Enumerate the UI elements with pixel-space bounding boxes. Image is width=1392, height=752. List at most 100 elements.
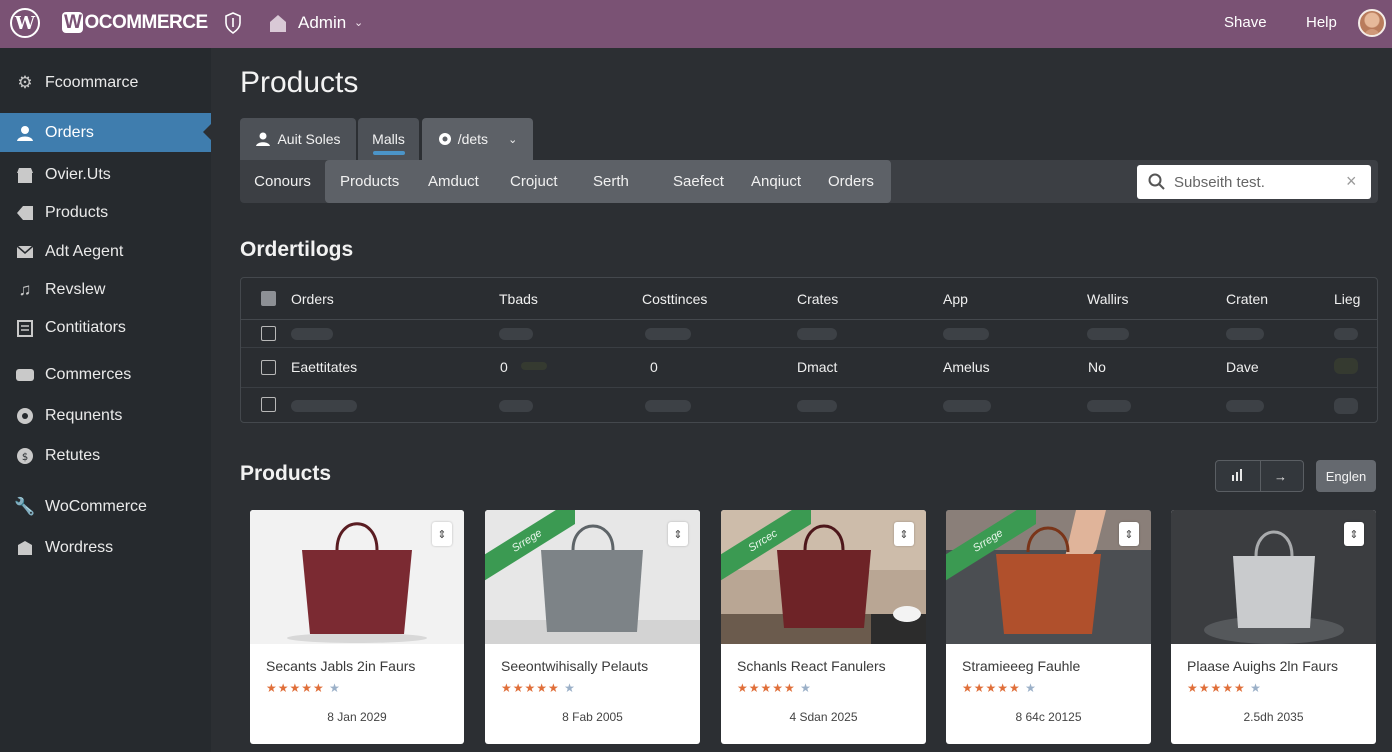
subnav-conours[interactable]: Conours <box>240 160 325 203</box>
products-section-title: Products <box>240 462 332 485</box>
subnav-amduct[interactable]: Amduct <box>428 173 479 190</box>
placeholder-bar <box>1334 358 1358 374</box>
product-date: 4 Sdan 2025 <box>789 710 858 724</box>
orders-table: Orders Tbads Costtinces Crates App Walli… <box>240 277 1378 423</box>
product-card[interactable]: ⇕ Plaase Auighs 2ln Faurs ★★★★★ ★ 2.5dh … <box>1171 510 1376 744</box>
sidebar-item-requnents[interactable]: Requnents <box>0 397 211 435</box>
sidebar-item-revslew[interactable]: ♫ Revslew <box>0 271 211 309</box>
music-icon: ♫ <box>18 280 32 299</box>
column-header[interactable]: Crates <box>797 291 838 307</box>
placeholder-bar <box>291 328 333 340</box>
sidebar-item-wocommerce[interactable]: 🔧 WoCommerce <box>0 488 211 526</box>
wordpress-logo-icon[interactable]: W <box>10 8 40 38</box>
sidebar-item-orders[interactable]: Orders <box>0 113 211 152</box>
tab-auit-soles[interactable]: Auit Soles <box>240 118 356 160</box>
product-card[interactable]: Srrege ⇕ Stramieeeg Fauhle ★★★★★ ★ 8 64c… <box>946 510 1151 744</box>
sidebar-item-wordress[interactable]: Wordress <box>0 529 211 567</box>
sidebar-item-contitiators[interactable]: Contitiators <box>0 309 211 347</box>
share-link[interactable]: Shave <box>1224 14 1267 31</box>
star-rating: ★★★★★ ★ <box>737 681 812 695</box>
bar-chart-icon[interactable] <box>1230 469 1244 484</box>
order-name[interactable]: Eaettitates <box>291 359 357 375</box>
sidebar-item-overviews[interactable]: Ovier.Uts <box>0 156 211 194</box>
column-header[interactable]: Wallirs <box>1087 291 1128 307</box>
row-checkbox[interactable] <box>261 326 276 341</box>
englen-button[interactable]: Englen <box>1316 460 1376 492</box>
subnav-serth[interactable]: Serth <box>593 173 629 190</box>
table-row[interactable] <box>241 388 1377 422</box>
sidebar-item-products[interactable]: Products <box>0 194 211 232</box>
mail-icon <box>14 241 36 263</box>
placeholder-bar <box>943 328 989 340</box>
select-all-checkbox[interactable] <box>261 291 276 306</box>
tab-dets[interactable]: /dets ⌄ <box>422 118 533 160</box>
sidebar-item-fcoommarce[interactable]: ⚙ Fcoommarce <box>0 64 211 102</box>
tag-icon <box>14 202 36 224</box>
table-row[interactable]: Eaettitates 0 0 Dmact Amelus No Dave <box>241 348 1377 388</box>
product-title[interactable]: Stramieeeg Fauhle <box>962 658 1080 674</box>
active-tab-indicator <box>373 151 405 155</box>
placeholder-bar <box>291 400 357 412</box>
arrow-right-icon[interactable]: → <box>1274 469 1287 484</box>
search-input[interactable] <box>1174 171 1334 193</box>
subnav-products[interactable]: Products <box>340 173 399 190</box>
product-card[interactable]: ⇕ Secants Jabls 2in Faurs ★★★★★ ★ 8 Jan … <box>250 510 464 744</box>
placeholder-bar <box>1334 328 1358 340</box>
sidebar-item-adt-aegent[interactable]: Adt Aegent <box>0 233 211 271</box>
placeholder-bar <box>645 328 691 340</box>
placeholder-bar <box>943 400 991 412</box>
column-header[interactable]: Orders <box>291 291 334 307</box>
product-title[interactable]: Schanls React Fanulers <box>737 658 886 674</box>
column-header[interactable]: App <box>943 291 968 307</box>
product-card[interactable]: Srrcec ⇕ Schanls React Fanulers ★★★★★ ★ … <box>721 510 926 744</box>
tab-malls[interactable]: Malls <box>358 118 419 160</box>
wrench-icon: 🔧 <box>14 497 36 516</box>
placeholder-bar <box>1087 328 1129 340</box>
subnav-saefect[interactable]: Saefect <box>673 173 724 190</box>
sort-icon[interactable]: ⇕ <box>1119 522 1139 546</box>
table-row[interactable] <box>241 320 1377 348</box>
chevron-down-icon[interactable]: ⌄ <box>354 16 363 29</box>
tab-label: /dets <box>457 131 489 147</box>
store-icon <box>14 164 36 186</box>
subnav-anqiuct[interactable]: Anqiuct <box>751 173 801 190</box>
avatar[interactable] <box>1358 9 1386 37</box>
placeholder-bar <box>797 400 837 412</box>
product-title[interactable]: Plaase Auighs 2ln Faurs <box>1187 658 1338 674</box>
subnav-crojuct[interactable]: Crojuct <box>510 173 558 190</box>
cell-value: 0 <box>650 359 658 375</box>
row-checkbox[interactable] <box>261 397 276 412</box>
badge-icon: $ <box>14 445 36 467</box>
subnav-pill: Products Amduct Crojuct Serth Saefect An… <box>325 160 891 203</box>
placeholder-bar <box>1226 400 1264 412</box>
product-title[interactable]: Secants Jabls 2in Faurs <box>266 658 415 674</box>
sort-icon[interactable]: ⇕ <box>432 522 452 546</box>
star-rating: ★★★★★ ★ <box>501 681 576 695</box>
orders-section-title: Ordertilogs <box>240 238 354 261</box>
product-card[interactable]: Srrege ⇕ Seeontwihisally Pelauts ★★★★★ ★… <box>485 510 700 744</box>
column-header[interactable]: Tbads <box>499 291 538 307</box>
sort-icon[interactable]: ⇕ <box>1344 522 1364 546</box>
woocommerce-logo[interactable]: W OCOMMERCE <box>62 12 208 34</box>
shield-icon[interactable] <box>224 12 242 34</box>
sidebar-item-commerces[interactable]: Commerces <box>0 356 211 394</box>
card-icon <box>14 364 36 386</box>
close-icon[interactable]: × <box>1346 171 1357 192</box>
column-header[interactable]: Lieg <box>1334 291 1360 307</box>
subnav-orders[interactable]: Orders <box>828 173 874 190</box>
column-header[interactable]: Costtinces <box>642 291 707 307</box>
ribbon-label: Srrcec <box>721 510 811 583</box>
admin-menu[interactable]: Admin <box>298 13 346 33</box>
sort-icon[interactable]: ⇕ <box>894 522 914 546</box>
column-header[interactable]: Craten <box>1226 291 1268 307</box>
home-icon[interactable] <box>268 13 288 33</box>
product-title[interactable]: Seeontwihisally Pelauts <box>501 658 648 674</box>
sidebar-item-label: Ovier.Uts <box>45 166 111 183</box>
help-link[interactable]: Help <box>1306 14 1337 31</box>
sidebar-item-retutes[interactable]: $ Retutes <box>0 437 211 475</box>
sidebar-item-label: Requnents <box>45 407 123 424</box>
row-checkbox[interactable] <box>261 360 276 375</box>
sort-icon[interactable]: ⇕ <box>668 522 688 546</box>
cell-value: Dmact <box>797 359 838 375</box>
chevron-down-icon: ⌄ <box>508 133 518 146</box>
